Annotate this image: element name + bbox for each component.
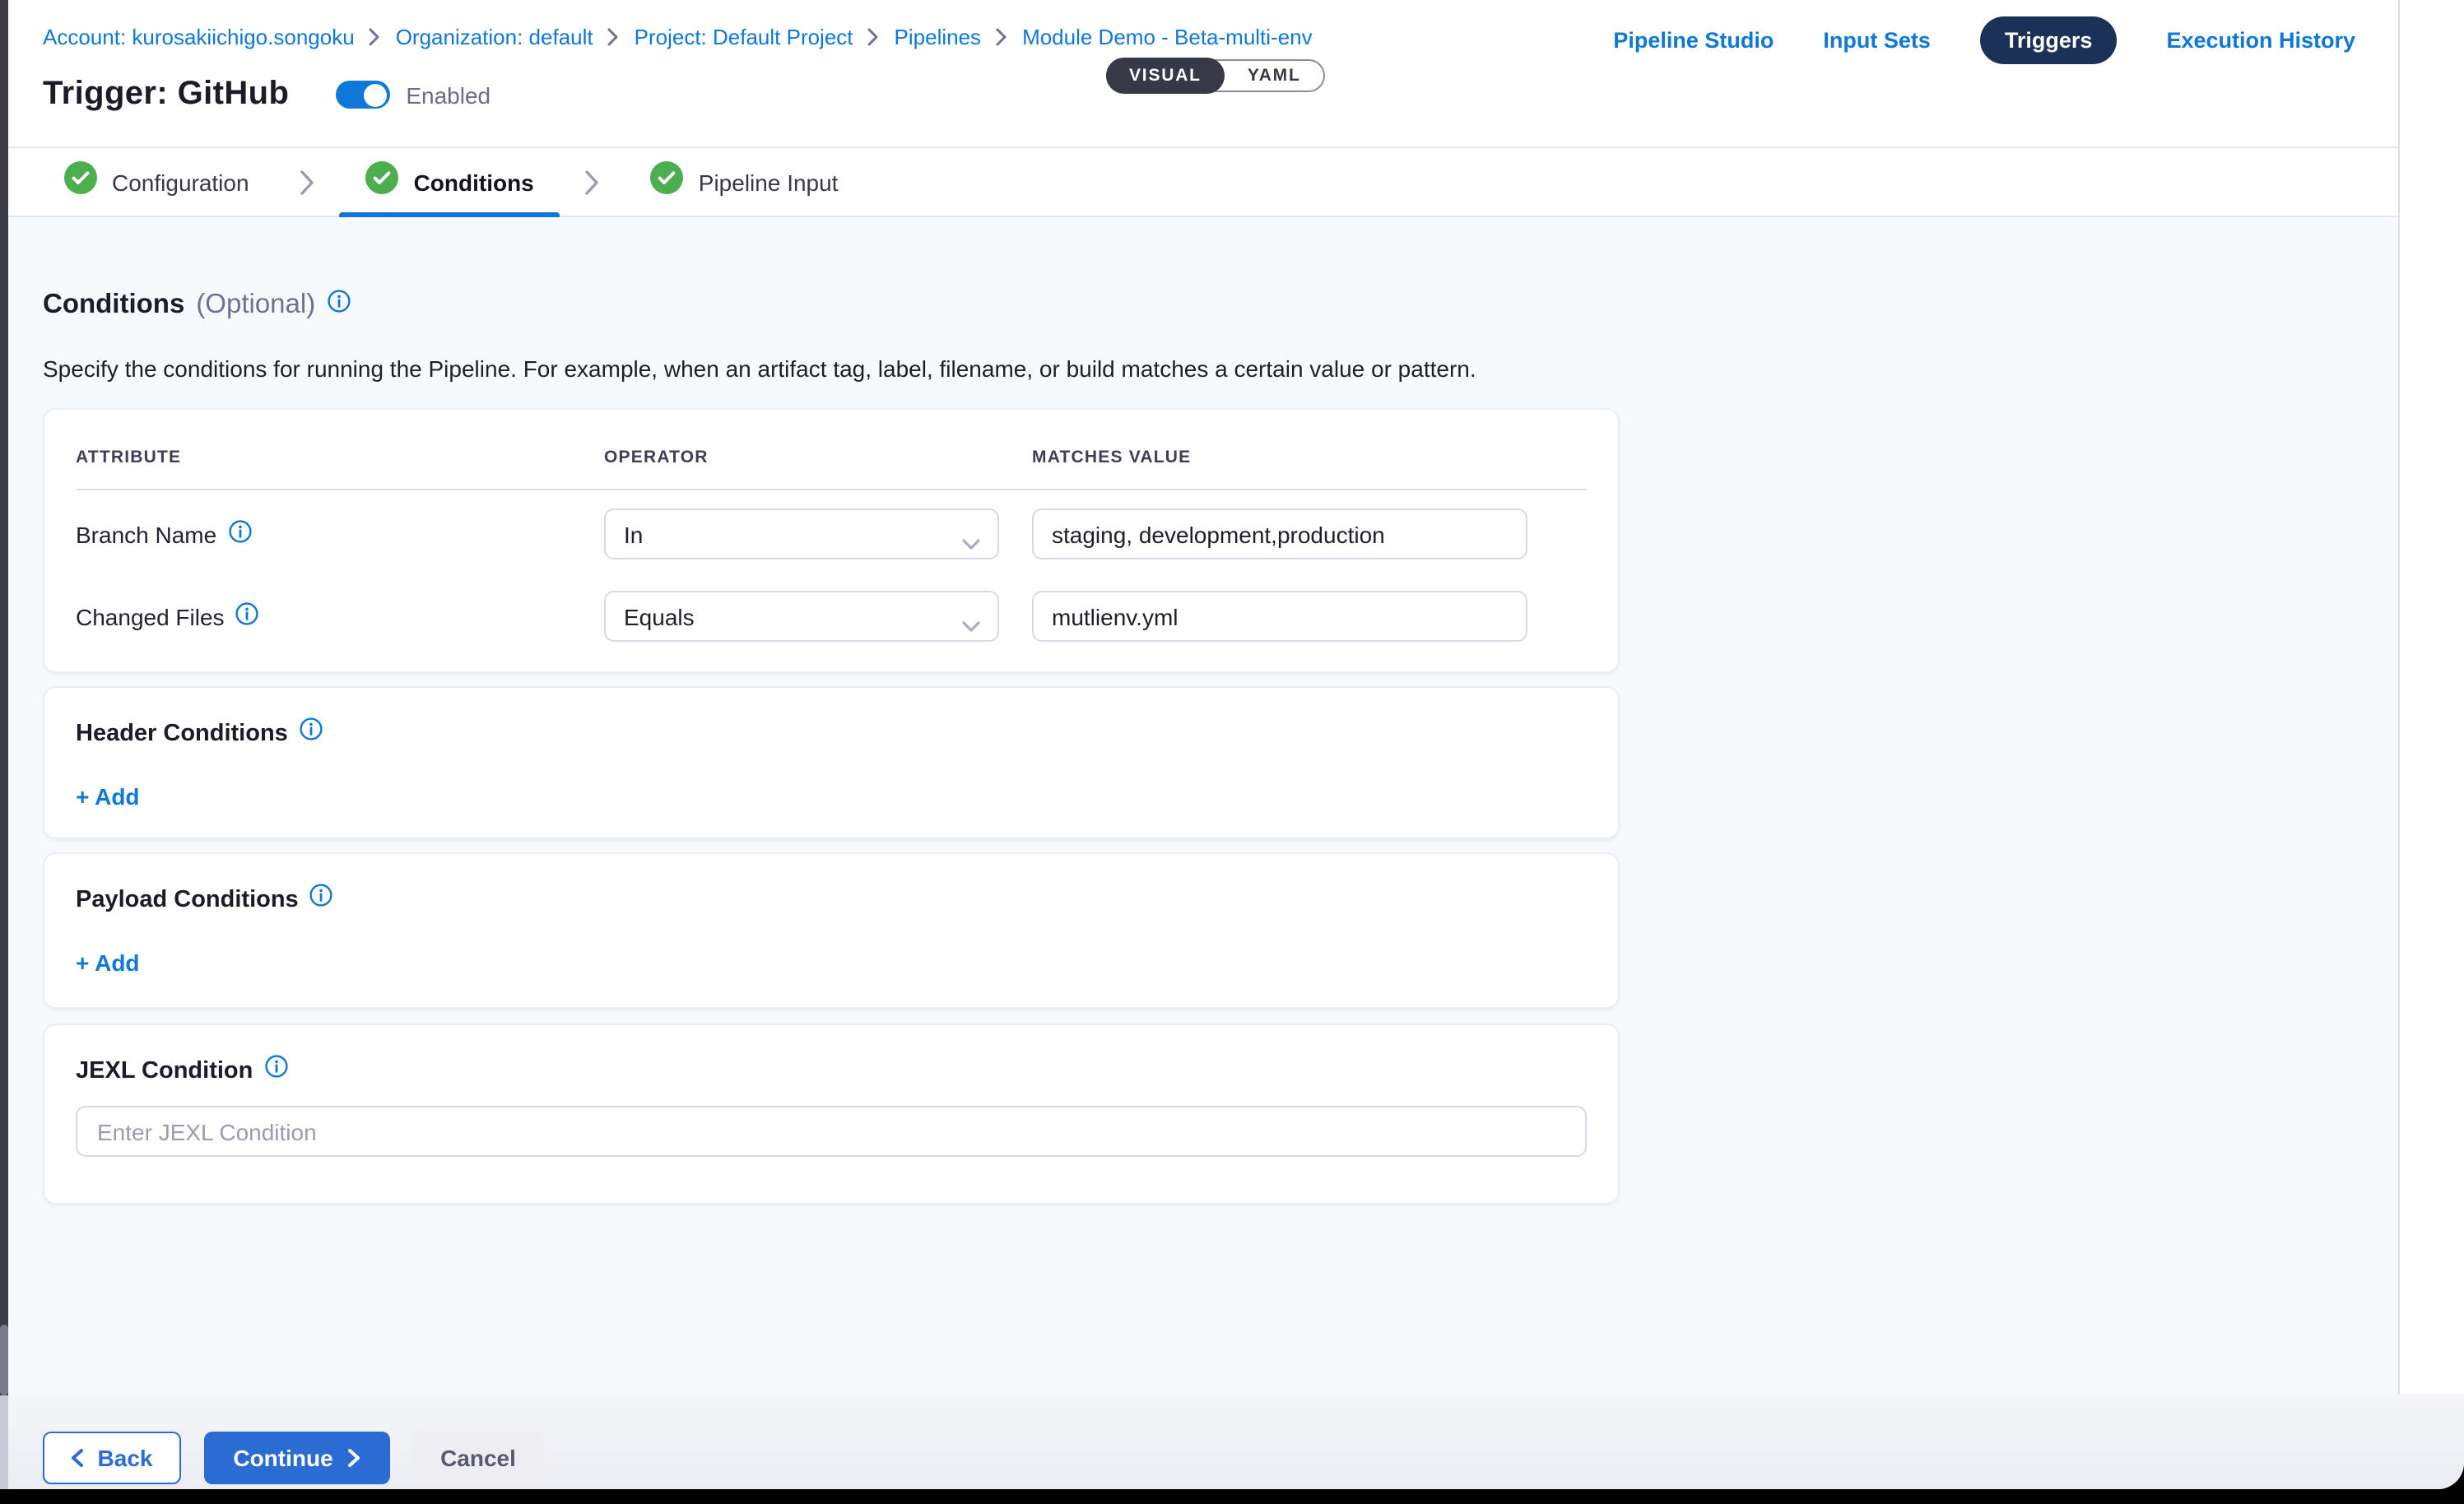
chevron-right-icon (300, 169, 315, 195)
table-divider (76, 489, 1587, 490)
wizard-tabbar: Configuration Conditions (0, 148, 2398, 217)
visual-yaml-toggle: VISUAL YAML (1106, 59, 1326, 92)
attribute-label: Branch Name (76, 521, 216, 547)
add-header-condition-button[interactable]: + Add (76, 783, 140, 810)
operator-value: Equals (624, 603, 695, 629)
back-button[interactable]: Back (43, 1432, 181, 1484)
info-icon[interactable] (310, 884, 333, 915)
chevron-left-icon (72, 1448, 85, 1468)
yaml-mode-button[interactable]: YAML (1225, 59, 1324, 92)
section-heading: Conditions (Optional) (43, 290, 350, 321)
left-scrollbar[interactable] (0, 0, 8, 1489)
tab-label: Conditions (414, 169, 534, 195)
operator-select[interactable]: Equals (604, 591, 999, 642)
visual-mode-button[interactable]: VISUAL (1106, 58, 1225, 94)
breadcrumb-separator-icon (868, 28, 880, 46)
tab-conditions[interactable]: Conditions (345, 147, 556, 216)
matches-value-input[interactable] (1032, 591, 1527, 642)
tab-pipeline-input[interactable]: Pipeline Input (630, 147, 860, 216)
breadcrumb-item-pipeline-name[interactable]: Module Demo - Beta-multi-env (1022, 25, 1313, 49)
column-header-operator: OPERATOR (604, 448, 1016, 467)
page-header: Account: kurosakiichigo.songoku Organiza… (0, 0, 2398, 148)
nav-execution-history[interactable]: Execution History (2166, 28, 2355, 53)
info-icon[interactable] (236, 602, 259, 630)
continue-button-label: Continue (233, 1445, 332, 1471)
column-header-matches-value: MATCHES VALUE (1032, 448, 1587, 467)
header-conditions-title: Header Conditions (76, 720, 288, 746)
breadcrumb-separator-icon (608, 28, 620, 46)
enabled-toggle-label: Enabled (406, 81, 490, 108)
header-conditions-card: Header Conditions + Add (43, 686, 1620, 839)
chevron-down-icon (961, 612, 981, 638)
main-column: Account: kurosakiichigo.songoku Organiza… (0, 0, 2398, 1394)
app-window: Account: kurosakiichigo.songoku Organiza… (0, 0, 2464, 1489)
breadcrumb-item-project[interactable]: Project: Default Project (635, 25, 853, 49)
section-description: Specify the conditions for running the P… (43, 355, 1476, 382)
nav-triggers[interactable]: Triggers (1980, 16, 2118, 64)
table-row: Changed Files Equals (76, 591, 1587, 642)
breadcrumb: Account: kurosakiichigo.songoku Organiza… (43, 25, 1313, 49)
operator-value: In (624, 521, 643, 547)
breadcrumb-item-account[interactable]: Account: kurosakiichigo.songoku (43, 25, 355, 49)
page-title: Trigger: GitHub (43, 76, 289, 114)
conditions-table-card: ATTRIBUTE OPERATOR MATCHES VALUE Branch … (43, 408, 1620, 673)
cancel-button-label: Cancel (440, 1445, 516, 1471)
section-title: Conditions (43, 290, 184, 321)
pipeline-nav: Pipeline Studio Input Sets Triggers Exec… (1613, 16, 2355, 64)
jexl-condition-input[interactable] (76, 1106, 1587, 1157)
toggle-knob-icon (364, 83, 387, 106)
nav-input-sets[interactable]: Input Sets (1823, 28, 1931, 53)
table-row: Branch Name In (76, 508, 1587, 559)
breadcrumb-separator-icon (370, 28, 381, 46)
breadcrumb-item-pipelines[interactable]: Pipelines (895, 25, 982, 49)
info-icon[interactable] (264, 1055, 287, 1086)
column-header-attribute: ATTRIBUTE (76, 448, 588, 467)
operator-select[interactable]: In (604, 508, 999, 559)
tab-label: Pipeline Input (699, 169, 839, 195)
check-circle-icon (366, 161, 399, 202)
conditions-panel: Conditions (Optional) Specify the condit… (0, 217, 2398, 1394)
nav-pipeline-studio[interactable]: Pipeline Studio (1613, 28, 1774, 53)
scrollbar-thumb[interactable] (0, 1325, 8, 1395)
title-row: Trigger: GitHub Enabled (43, 76, 490, 114)
payload-conditions-card: Payload Conditions + Add (43, 852, 1620, 1009)
jexl-condition-title: JEXL Condition (76, 1057, 253, 1084)
info-icon[interactable] (228, 520, 251, 548)
add-payload-condition-button[interactable]: + Add (76, 949, 140, 976)
chevron-down-icon (961, 530, 981, 556)
cancel-button[interactable]: Cancel (411, 1432, 545, 1484)
payload-conditions-title: Payload Conditions (76, 886, 299, 912)
jexl-condition-card: JEXL Condition (43, 1024, 1620, 1205)
tab-configuration[interactable]: Configuration (43, 147, 271, 216)
table-header-row: ATTRIBUTE OPERATOR MATCHES VALUE (76, 441, 1587, 474)
scrollbar-track (0, 1395, 8, 1489)
info-icon[interactable] (300, 717, 323, 749)
chevron-right-icon (585, 169, 600, 195)
check-circle-icon (651, 161, 684, 202)
wizard-footer: Back Continue Cancel (0, 1394, 2464, 1489)
breadcrumb-item-organization[interactable]: Organization: default (396, 25, 593, 49)
section-optional-label: (Optional) (196, 290, 315, 321)
right-panel-divider (2398, 0, 2400, 1394)
check-circle-icon (64, 161, 97, 202)
enabled-toggle[interactable] (335, 81, 389, 109)
breadcrumb-separator-icon (996, 28, 1007, 46)
info-icon[interactable] (327, 290, 350, 321)
back-button-label: Back (98, 1445, 153, 1471)
matches-value-input[interactable] (1032, 508, 1527, 559)
chevron-right-icon (348, 1448, 361, 1468)
tab-label: Configuration (112, 169, 249, 195)
attribute-label: Changed Files (76, 603, 225, 629)
continue-button[interactable]: Continue (204, 1432, 390, 1484)
